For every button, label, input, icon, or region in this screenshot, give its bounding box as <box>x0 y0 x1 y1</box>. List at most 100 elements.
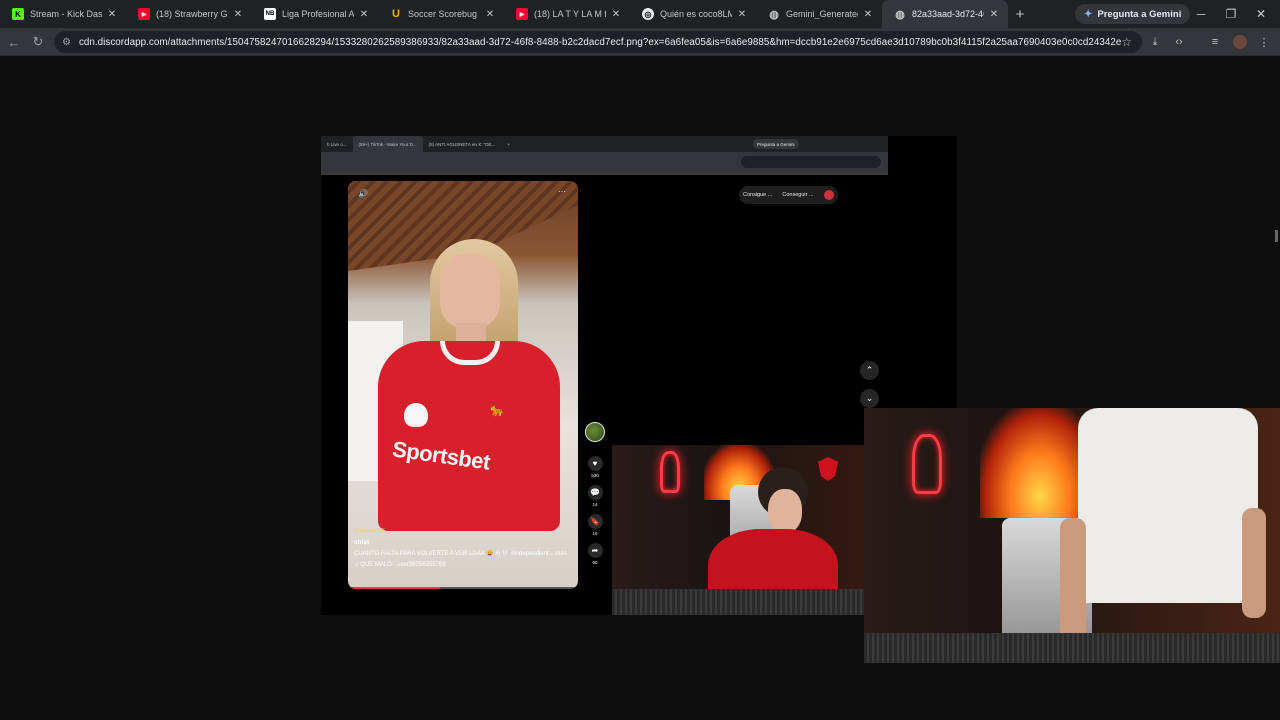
desk <box>864 633 1280 663</box>
tab-soccer-scorebug[interactable]: U Soccer Scorebug | Slam ✕ <box>378 0 504 28</box>
share-count: 60 <box>592 560 598 565</box>
club-crest-icon <box>818 457 838 481</box>
streamer-face <box>768 489 802 533</box>
close-icon[interactable]: ✕ <box>358 9 370 20</box>
back-icon[interactable]: ← <box>4 32 24 52</box>
tab-quien-es[interactable]: ◎ Quién es coco8LM ✕ <box>630 0 756 28</box>
video-caption: CUANTO FALTA PARA VOLVERTE A VER LDAA 😩 … <box>354 550 567 557</box>
like-action: ♥ 530 <box>583 456 607 478</box>
address-bar[interactable]: ⚙ cdn.discordapp.com/attachments/1504758… <box>54 31 1142 53</box>
person-white-shirt <box>1078 408 1258 603</box>
tiktok-actions: ♥ 530 💬 14 🔖 10 ➦ 60 <box>583 422 607 572</box>
video-music: ♫ QUE MALO - user36056355769 <box>354 562 446 569</box>
comment-icon: 💬 <box>587 485 603 500</box>
bookmark-star-icon[interactable]: ☆ <box>1121 35 1132 49</box>
tab-discord-image[interactable]: ◍ 82a33aad-3d72-46f8-8 ✕ <box>882 0 1008 28</box>
video-progress <box>348 587 578 589</box>
download-icon[interactable]: ⤓ <box>1145 32 1165 52</box>
tab-label: 82a33aad-3d72-46f8-8 <box>912 9 984 19</box>
inner-gemini-button: Pregunta a Gemini <box>753 139 799 149</box>
menu-icon[interactable]: ⋮ <box>1254 32 1274 52</box>
comment-action: 💬 14 <box>583 485 607 507</box>
code-icon[interactable]: ‹› <box>1169 32 1189 52</box>
window-close-icon[interactable]: ✕ <box>1246 0 1276 28</box>
tab-label: Stream - Kick Dashboard <box>30 9 102 19</box>
close-icon[interactable]: ✕ <box>988 9 1000 20</box>
tab-youtube-strawberry[interactable]: ▶ (18) Strawberry Guy - Ma ✕ <box>126 0 252 28</box>
media-controls-icon[interactable]: ≡ <box>1205 32 1225 52</box>
gemini-sparkle-icon: ✦ <box>1084 8 1093 20</box>
scrollbar-thumb[interactable] <box>1275 230 1278 242</box>
jersey-collar <box>440 341 500 365</box>
desk <box>612 589 890 615</box>
tab-youtube-la-t[interactable]: ▶ (18) LA T Y LA M ft Milo ✕ <box>504 0 630 28</box>
youtube-icon: ▶ <box>516 8 528 20</box>
close-icon[interactable]: ✕ <box>484 9 496 20</box>
displayed-image: h Live o... (59+) TikTok - Make Your D..… <box>321 136 957 615</box>
jersey-sponsor: Sportsbet <box>390 436 492 475</box>
inner-tab: h Live o... <box>327 141 347 147</box>
tab-label: Soccer Scorebug | Slam <box>408 9 480 19</box>
inner-tab-tiktok: (59+) TikTok - Make Your D... <box>352 136 423 152</box>
save-count: 10 <box>592 531 598 536</box>
minimize-icon[interactable]: ─ <box>1186 0 1216 28</box>
tab-liga-profesional[interactable]: NB Liga Profesional Argentin ✕ <box>252 0 378 28</box>
close-icon[interactable]: ✕ <box>610 9 622 20</box>
globe-icon: ◍ <box>769 8 779 21</box>
inner-pill-consigue: Consigue ... <box>743 192 773 198</box>
inner-toolbar <box>321 152 888 172</box>
record-icon <box>823 190 834 200</box>
creator-avatar <box>585 422 605 442</box>
club-crest-icon <box>404 403 428 427</box>
tab-gemini-image[interactable]: ◍ Gemini_Generated_Imag ✕ <box>756 0 882 28</box>
save-action: 🔖 10 <box>583 514 607 536</box>
url-text: cdn.discordapp.com/attachments/150475824… <box>78 36 1122 48</box>
inner-divider <box>321 172 888 175</box>
puma-logo-icon: 🐆 <box>490 403 505 417</box>
close-icon[interactable]: ✕ <box>232 9 244 20</box>
comment-count: 14 <box>592 502 598 507</box>
inner-address-bar <box>741 156 881 168</box>
tab-label: (18) Strawberry Guy - Ma <box>156 9 228 19</box>
inner-pill-group: Consigue ... Conseguir ... <box>739 186 838 204</box>
reload-icon[interactable]: ↻ <box>28 32 48 52</box>
new-tab-button[interactable]: + <box>1008 0 1032 28</box>
globe-icon: ◍ <box>895 8 905 21</box>
red-jersey: 🐆 Sportsbet <box>378 341 560 531</box>
inner-tab-strip: h Live o... (59+) TikTok - Make Your D..… <box>321 136 888 152</box>
inner-new-tab-icon: + <box>507 141 510 147</box>
site-info-icon[interactable]: ⚙ <box>62 37 71 48</box>
chevron-up-icon: ⌃ <box>860 361 879 380</box>
brightness-label: Brightness YF <box>354 528 386 534</box>
inner-pill-conseguir: Conseguir ... <box>782 192 814 198</box>
close-icon[interactable]: ✕ <box>106 9 118 20</box>
bookmark-icon: 🔖 <box>587 514 603 529</box>
profile-avatar[interactable] <box>1233 35 1247 49</box>
tab-label: (18) LA T Y LA M ft Milo <box>534 9 606 19</box>
nba-icon: NB <box>264 8 276 20</box>
webcam-small <box>612 445 890 615</box>
tab-kick[interactable]: K Stream - Kick Dashboard ✕ <box>0 0 126 28</box>
chevron-down-icon: ⌄ <box>860 389 879 408</box>
more-options-icon: ··· <box>558 187 566 196</box>
close-icon[interactable]: ✕ <box>862 9 874 20</box>
tab-label: Liga Profesional Argentin <box>282 9 354 19</box>
chatgpt-icon: ◎ <box>642 8 654 20</box>
inner-tab-x: (8) ANTI AGUSNETA en X: "DE... <box>428 141 496 147</box>
person-face <box>440 253 500 329</box>
browser-toolbar: ← ↻ ⚙ cdn.discordapp.com/attachments/150… <box>0 28 1280 56</box>
gemini-button-label: Pregunta a Gemini <box>1097 8 1182 20</box>
person-arm <box>1060 518 1086 648</box>
restore-icon[interactable]: ❐ <box>1216 0 1246 28</box>
kick-icon: K <box>12 8 24 20</box>
close-icon[interactable]: ✕ <box>736 9 748 20</box>
volume-icon: 🔊 <box>358 189 368 198</box>
gemini-button[interactable]: ✦ Pregunta a Gemini <box>1075 4 1191 24</box>
uno-icon: U <box>392 8 400 20</box>
webcam-large <box>864 408 1280 663</box>
tab-label: Quién es coco8LM <box>660 9 732 19</box>
trophy-neon-icon <box>660 451 680 493</box>
tiktok-video: 🐆 Sportsbet 🔊 ··· Brightness YF abiat CU… <box>348 181 578 589</box>
trophy-neon-icon <box>912 434 942 494</box>
like-count: 530 <box>591 473 599 478</box>
